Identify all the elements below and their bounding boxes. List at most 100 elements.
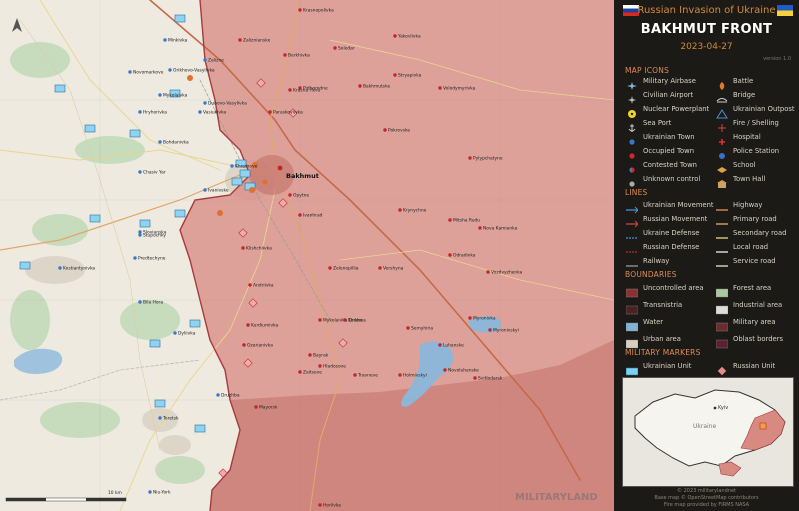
town-dot[interactable] xyxy=(398,373,402,377)
town-dot[interactable] xyxy=(333,46,337,50)
grey-dot-icon xyxy=(626,174,638,187)
town-dot[interactable] xyxy=(308,353,312,357)
legend-label: Primary road xyxy=(733,215,777,223)
legend-label: Highway xyxy=(733,201,763,209)
town-dot[interactable] xyxy=(168,68,172,72)
town-dot[interactable] xyxy=(254,405,258,409)
town-dot[interactable] xyxy=(216,393,220,397)
town-dot[interactable] xyxy=(438,86,442,90)
town-dot[interactable] xyxy=(138,230,142,234)
town-dot[interactable] xyxy=(203,101,207,105)
map-date: 2023-04-27 xyxy=(680,42,733,52)
town-dot[interactable] xyxy=(318,503,322,507)
town-label: Bayrak xyxy=(313,353,329,359)
russian-unit-swatch xyxy=(716,361,728,376)
town-label: Zelenopillia xyxy=(333,266,359,272)
town-dot[interactable] xyxy=(163,38,167,42)
town-dot[interactable] xyxy=(298,213,302,217)
boundary-swatch xyxy=(715,317,729,332)
hospital-icon xyxy=(716,132,728,145)
town-dot[interactable] xyxy=(478,226,482,230)
town-label: Hryhorivka xyxy=(143,110,167,116)
legend-label: Military Airbase xyxy=(643,77,696,85)
town-label: Ivanivske xyxy=(208,188,229,194)
town-dot[interactable] xyxy=(138,300,142,304)
town-dot[interactable] xyxy=(138,110,142,114)
town-dot[interactable] xyxy=(438,343,442,347)
town-label: Mitsha Rudu xyxy=(453,218,480,224)
legend-label: Ukrainian Town xyxy=(643,133,695,141)
town-dot[interactable] xyxy=(158,93,162,97)
operational-map[interactable]: Bakhmut Chasiv Yar Ivanivske Khromove Orikh… xyxy=(0,0,614,511)
town-dot[interactable] xyxy=(241,246,245,250)
town-dot[interactable] xyxy=(133,256,137,260)
town-dot[interactable] xyxy=(398,208,402,212)
school-icon xyxy=(716,160,728,173)
town-dot[interactable] xyxy=(288,88,292,92)
line-swatch xyxy=(716,256,728,267)
town-label: Dubovo-Vasylivka xyxy=(208,101,247,107)
town-dot[interactable] xyxy=(328,266,332,270)
military-markers-heading: MILITARY MARKERS xyxy=(625,348,701,357)
ukraine-inset-map: Kyiv Ukraine xyxy=(622,377,794,487)
town-dot[interactable] xyxy=(158,140,162,144)
town-label: Semyhiria xyxy=(411,326,433,332)
town-dot[interactable] xyxy=(173,331,177,335)
town-dot[interactable] xyxy=(128,70,132,74)
town-label: Holmivskyi xyxy=(403,373,427,379)
town-dot[interactable] xyxy=(158,416,162,420)
town-dot[interactable] xyxy=(378,266,382,270)
town-dot[interactable] xyxy=(393,34,397,38)
town-dot[interactable] xyxy=(138,233,142,237)
boundary-swatch xyxy=(625,300,639,315)
town-dot[interactable] xyxy=(393,73,397,77)
town-dot[interactable] xyxy=(298,370,302,374)
town-dot[interactable] xyxy=(406,326,410,330)
town-dot[interactable] xyxy=(148,490,152,494)
red-dot-icon xyxy=(626,146,638,159)
town-dot[interactable] xyxy=(353,373,357,377)
town-dot[interactable] xyxy=(198,110,202,114)
town-dot[interactable] xyxy=(488,328,492,332)
town-dot[interactable] xyxy=(443,368,447,372)
town-dot[interactable] xyxy=(203,188,207,192)
town-dot[interactable] xyxy=(288,193,292,197)
boundary-swatch xyxy=(715,283,729,298)
town-dot[interactable] xyxy=(203,58,207,62)
legend-label: Military area xyxy=(733,318,776,326)
town-label: Krasna Hora xyxy=(293,88,320,94)
town-dot[interactable] xyxy=(58,266,62,270)
boundaries-heading: BOUNDARIES xyxy=(625,270,677,279)
town-dot[interactable] xyxy=(318,364,322,368)
town-dot[interactable] xyxy=(298,8,302,12)
town-dot[interactable] xyxy=(448,218,452,222)
town-dot[interactable] xyxy=(468,156,472,160)
town-dot[interactable] xyxy=(473,376,477,380)
town-dot[interactable] xyxy=(468,316,472,320)
town-label: Dyliivka xyxy=(178,331,196,337)
town-dot[interactable] xyxy=(318,318,322,322)
town-dot[interactable] xyxy=(242,343,246,347)
town-dot[interactable] xyxy=(238,38,242,42)
boundary-swatch xyxy=(625,283,639,298)
town-label: Volodymyrivka xyxy=(443,86,476,92)
legend-label: Service road xyxy=(733,257,776,265)
town-dot[interactable] xyxy=(248,283,252,287)
town-dot[interactable] xyxy=(283,53,287,57)
town-dot[interactable] xyxy=(358,84,362,88)
town-dot[interactable] xyxy=(230,164,234,168)
town-dot[interactable] xyxy=(246,323,250,327)
town-label: Zaitseve xyxy=(303,370,322,376)
map-icons-heading: MAP ICONS xyxy=(625,66,670,75)
town-dot[interactable] xyxy=(138,170,142,174)
town-label: Orikhovo-Vasylivka xyxy=(173,68,215,74)
town-dot[interactable] xyxy=(383,128,387,132)
town-dot[interactable] xyxy=(448,253,452,257)
town-dot[interactable] xyxy=(268,110,272,114)
town-dot[interactable] xyxy=(343,318,347,322)
town-dot[interactable] xyxy=(486,270,490,274)
legend-label: Fire / Shelling xyxy=(733,119,779,127)
town-label: Ozarianivka xyxy=(247,343,273,349)
bakhmut-town-dot[interactable] xyxy=(277,165,283,171)
town-label: Yakovlivka xyxy=(397,34,421,40)
